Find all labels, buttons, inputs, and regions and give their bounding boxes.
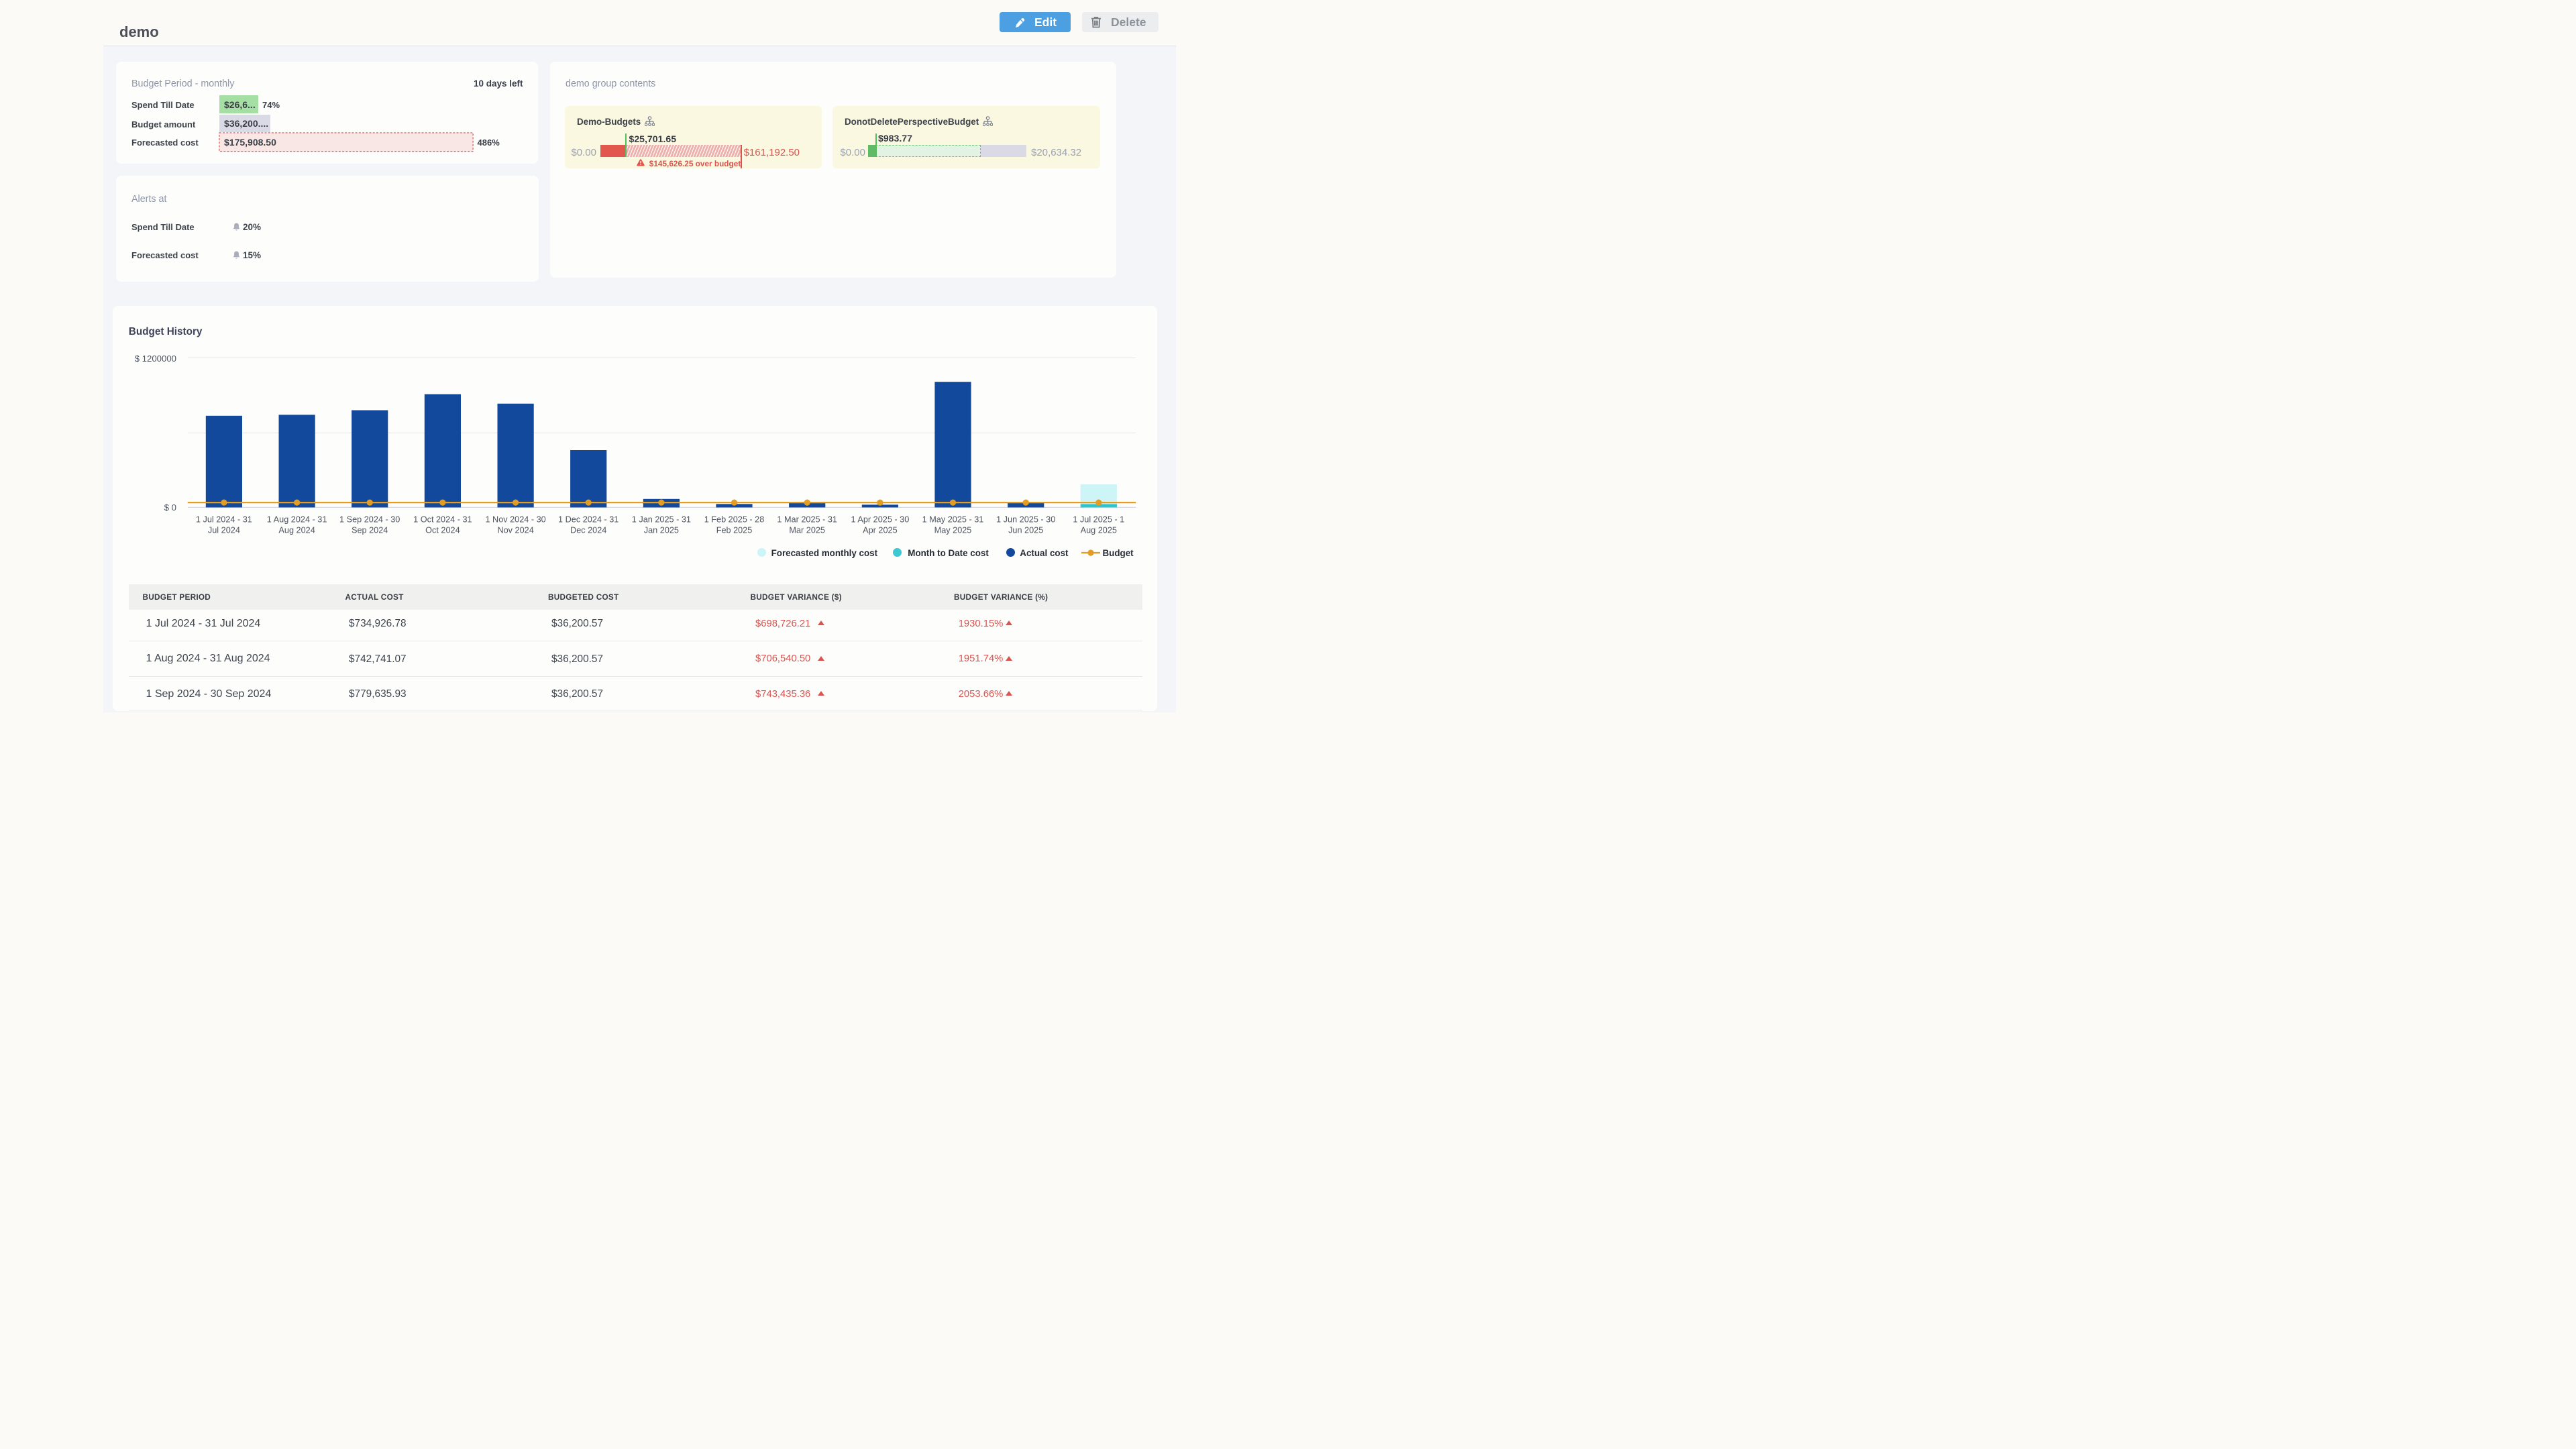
svg-text:Feb 2025: Feb 2025 <box>716 526 753 535</box>
svg-text:May 2025: May 2025 <box>934 526 972 535</box>
svg-text:1 Sep 2024 - 30: 1 Sep 2024 - 30 <box>339 515 400 525</box>
svg-text:Jan 2025: Jan 2025 <box>644 526 679 535</box>
svg-text:$ 0: $ 0 <box>164 502 176 513</box>
svg-text:Dec 2024: Dec 2024 <box>570 526 606 535</box>
svg-text:1 Apr 2025 - 30: 1 Apr 2025 - 30 <box>851 515 910 525</box>
svg-text:1 Mar 2025 - 31: 1 Mar 2025 - 31 <box>777 515 837 525</box>
svg-text:Jun 2025: Jun 2025 <box>1008 526 1043 535</box>
svg-text:Nov 2024: Nov 2024 <box>497 526 533 535</box>
svg-text:Sep 2024: Sep 2024 <box>352 526 388 535</box>
svg-text:1 Jun 2025 - 30: 1 Jun 2025 - 30 <box>996 515 1055 525</box>
svg-text:1 Jul 2025 - 1: 1 Jul 2025 - 1 <box>1073 515 1124 525</box>
svg-text:Oct 2024: Oct 2024 <box>425 526 460 535</box>
svg-text:1 Nov 2024 - 30: 1 Nov 2024 - 30 <box>485 515 545 525</box>
svg-text:1 Jan 2025 - 31: 1 Jan 2025 - 31 <box>632 515 691 525</box>
svg-text:1 Aug 2024 - 31: 1 Aug 2024 - 31 <box>267 515 327 525</box>
svg-text:1 Dec 2024 - 31: 1 Dec 2024 - 31 <box>558 515 619 525</box>
svg-text:1 Jul 2024 - 31: 1 Jul 2024 - 31 <box>196 515 252 525</box>
svg-text:$ 1200000: $ 1200000 <box>135 354 176 364</box>
svg-text:Aug 2024: Aug 2024 <box>278 526 315 535</box>
svg-text:1 Oct 2024 - 31: 1 Oct 2024 - 31 <box>413 515 472 525</box>
svg-text:1 Feb 2025 - 28: 1 Feb 2025 - 28 <box>704 515 765 525</box>
svg-text:Jul 2024: Jul 2024 <box>208 526 240 535</box>
svg-text:Apr 2025: Apr 2025 <box>863 526 898 535</box>
svg-text:1 May 2025 - 31: 1 May 2025 - 31 <box>922 515 984 525</box>
svg-text:Mar 2025: Mar 2025 <box>789 526 825 535</box>
svg-text:Aug 2025: Aug 2025 <box>1081 526 1117 535</box>
